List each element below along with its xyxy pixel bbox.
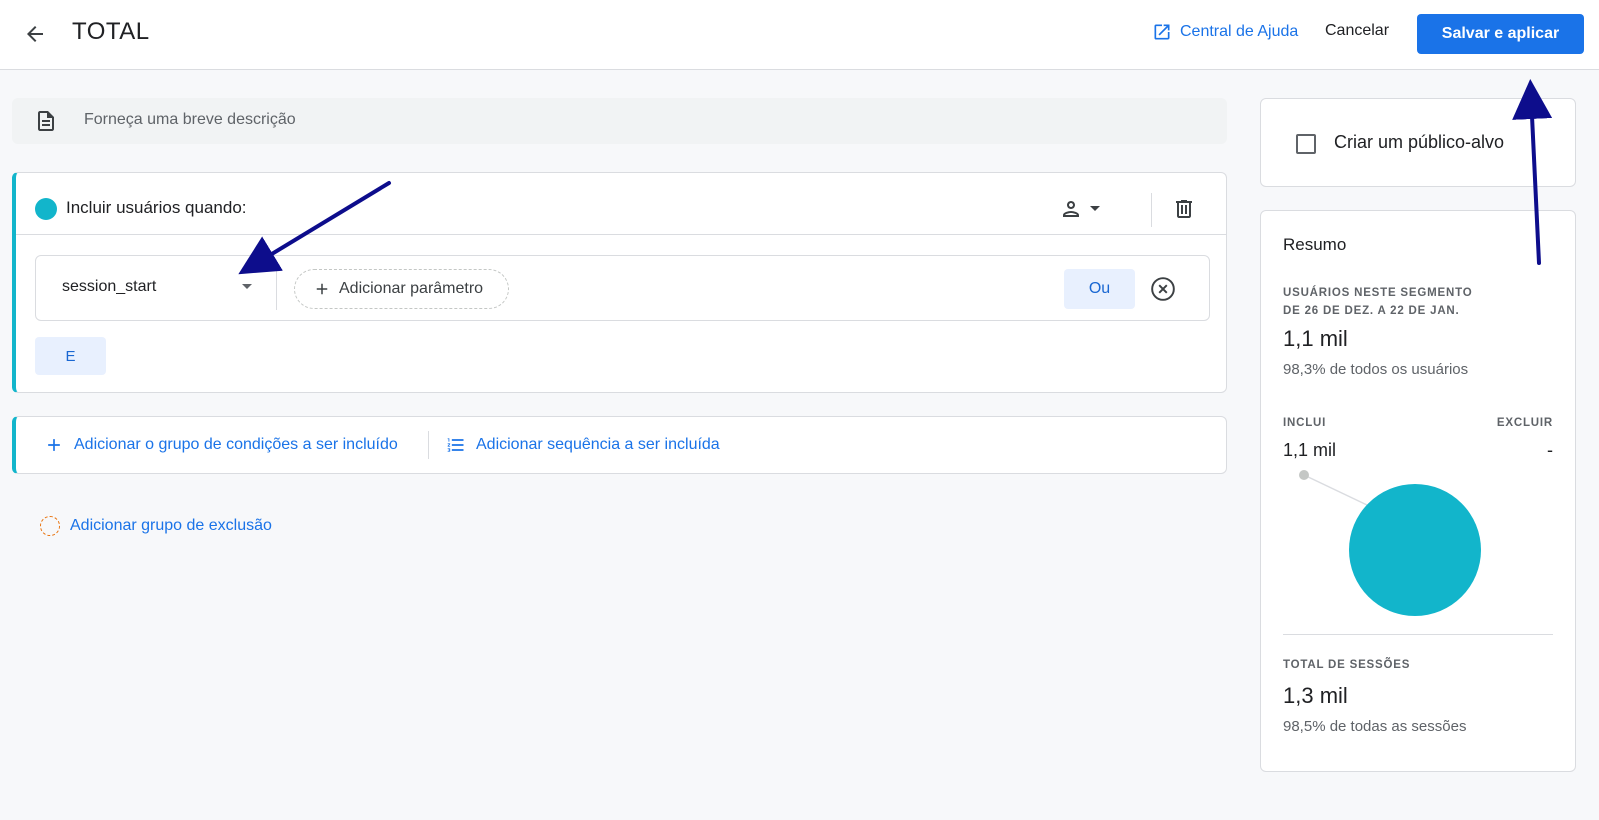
condition-row: session_start Adicionar parâmetro Ou <box>35 255 1210 321</box>
add-parameter-label: Adicionar parâmetro <box>339 280 484 297</box>
users-share: 98,3% de todos os usuários <box>1283 361 1469 378</box>
event-dropdown-caret-icon[interactable] <box>242 284 252 289</box>
users-date-range: DE 26 DE DEZ. A 22 DE JAN. <box>1283 305 1460 317</box>
includes-label: INCLUI <box>1283 417 1327 429</box>
include-condition-group: Incluir usuários quando: session_start A… <box>12 172 1227 393</box>
or-button[interactable]: Ou <box>1064 269 1135 309</box>
event-name-select[interactable]: session_start <box>62 278 156 296</box>
plus-icon <box>48 439 60 451</box>
users-in-segment-label: USUÁRIOS NESTE SEGMENTO DE 26 DE DEZ. A … <box>1283 284 1472 320</box>
add-actions-divider <box>428 431 429 459</box>
group-color-dot <box>35 198 57 220</box>
save-and-apply-button[interactable]: Salvar e aplicar <box>1417 14 1584 54</box>
person-icon <box>1063 201 1079 217</box>
help-center-label: Central de Ajuda <box>1180 23 1299 40</box>
plus-icon <box>316 283 328 295</box>
add-sequence-label: Adicionar sequência a ser incluída <box>476 436 720 453</box>
create-audience-card: Criar um público-alvo <box>1260 98 1576 187</box>
summary-panel: Resumo USUÁRIOS NESTE SEGMENTO DE 26 DE … <box>1260 210 1576 772</box>
sessions-value: 1,3 mil <box>1283 683 1348 708</box>
delete-group-button[interactable] <box>1172 197 1196 226</box>
condition-divider <box>276 268 277 310</box>
caret-down-icon <box>1090 206 1100 211</box>
add-exclusion-label: Adicionar grupo de exclusão <box>70 517 272 534</box>
create-audience-label[interactable]: Criar um público-alvo <box>1334 132 1504 153</box>
top-bar: TOTAL Central de Ajuda Cancelar Salvar e… <box>0 0 1599 70</box>
and-button[interactable]: E <box>35 337 106 375</box>
close-circle-icon <box>1151 277 1175 301</box>
add-condition-group-label: Adicionar o grupo de condições a ser inc… <box>74 436 398 453</box>
pie-leader-line <box>1303 474 1368 506</box>
summary-divider <box>1283 634 1553 635</box>
document-icon <box>38 111 54 131</box>
description-input[interactable]: Forneça uma breve descrição <box>84 111 296 129</box>
open-in-new-icon <box>1154 24 1170 40</box>
include-group-header: Incluir usuários quando: <box>16 173 1226 235</box>
excludes-label: EXCLUIR <box>1496 417 1553 429</box>
add-exclusion-group-button[interactable]: Adicionar grupo de exclusão <box>40 516 272 536</box>
trash-icon <box>1176 200 1192 218</box>
numbered-list-icon <box>447 438 464 452</box>
dashed-circle-icon <box>40 516 60 536</box>
add-sequence-button[interactable]: Adicionar sequência a ser incluída <box>446 435 720 455</box>
back-button[interactable] <box>20 19 50 49</box>
create-audience-checkbox[interactable] <box>1296 134 1316 154</box>
condition-scope-dropdown[interactable] <box>1059 197 1101 221</box>
add-condition-group-button[interactable]: Adicionar o grupo de condições a ser inc… <box>44 435 398 455</box>
arrow-left-icon <box>27 26 43 42</box>
add-actions-bar: Adicionar o grupo de condições a ser inc… <box>12 416 1227 474</box>
remove-condition-button[interactable] <box>1150 276 1176 307</box>
help-center-link[interactable]: Central de Ajuda <box>1152 22 1298 42</box>
includes-value: 1,1 mil <box>1283 440 1337 460</box>
pie-slice-included <box>1349 484 1481 616</box>
header-divider <box>1151 193 1152 227</box>
description-field[interactable]: Forneça uma breve descrição <box>12 98 1227 144</box>
sessions-share: 98,5% de todas as sessões <box>1283 718 1467 735</box>
summary-title: Resumo <box>1283 235 1347 254</box>
segment-pie-chart <box>1299 470 1481 616</box>
excludes-value: - <box>1547 440 1553 460</box>
page-title: TOTAL <box>72 18 150 45</box>
include-group-title: Incluir usuários quando: <box>66 198 247 217</box>
users-label-line1: USUÁRIOS NESTE SEGMENTO <box>1283 287 1473 299</box>
sessions-label: TOTAL DE SESSÕES <box>1283 659 1411 671</box>
cancel-button[interactable]: Cancelar <box>1325 22 1389 40</box>
users-value: 1,1 mil <box>1283 326 1348 351</box>
pie-leader-dot <box>1299 470 1309 480</box>
add-parameter-button[interactable]: Adicionar parâmetro <box>294 269 509 309</box>
